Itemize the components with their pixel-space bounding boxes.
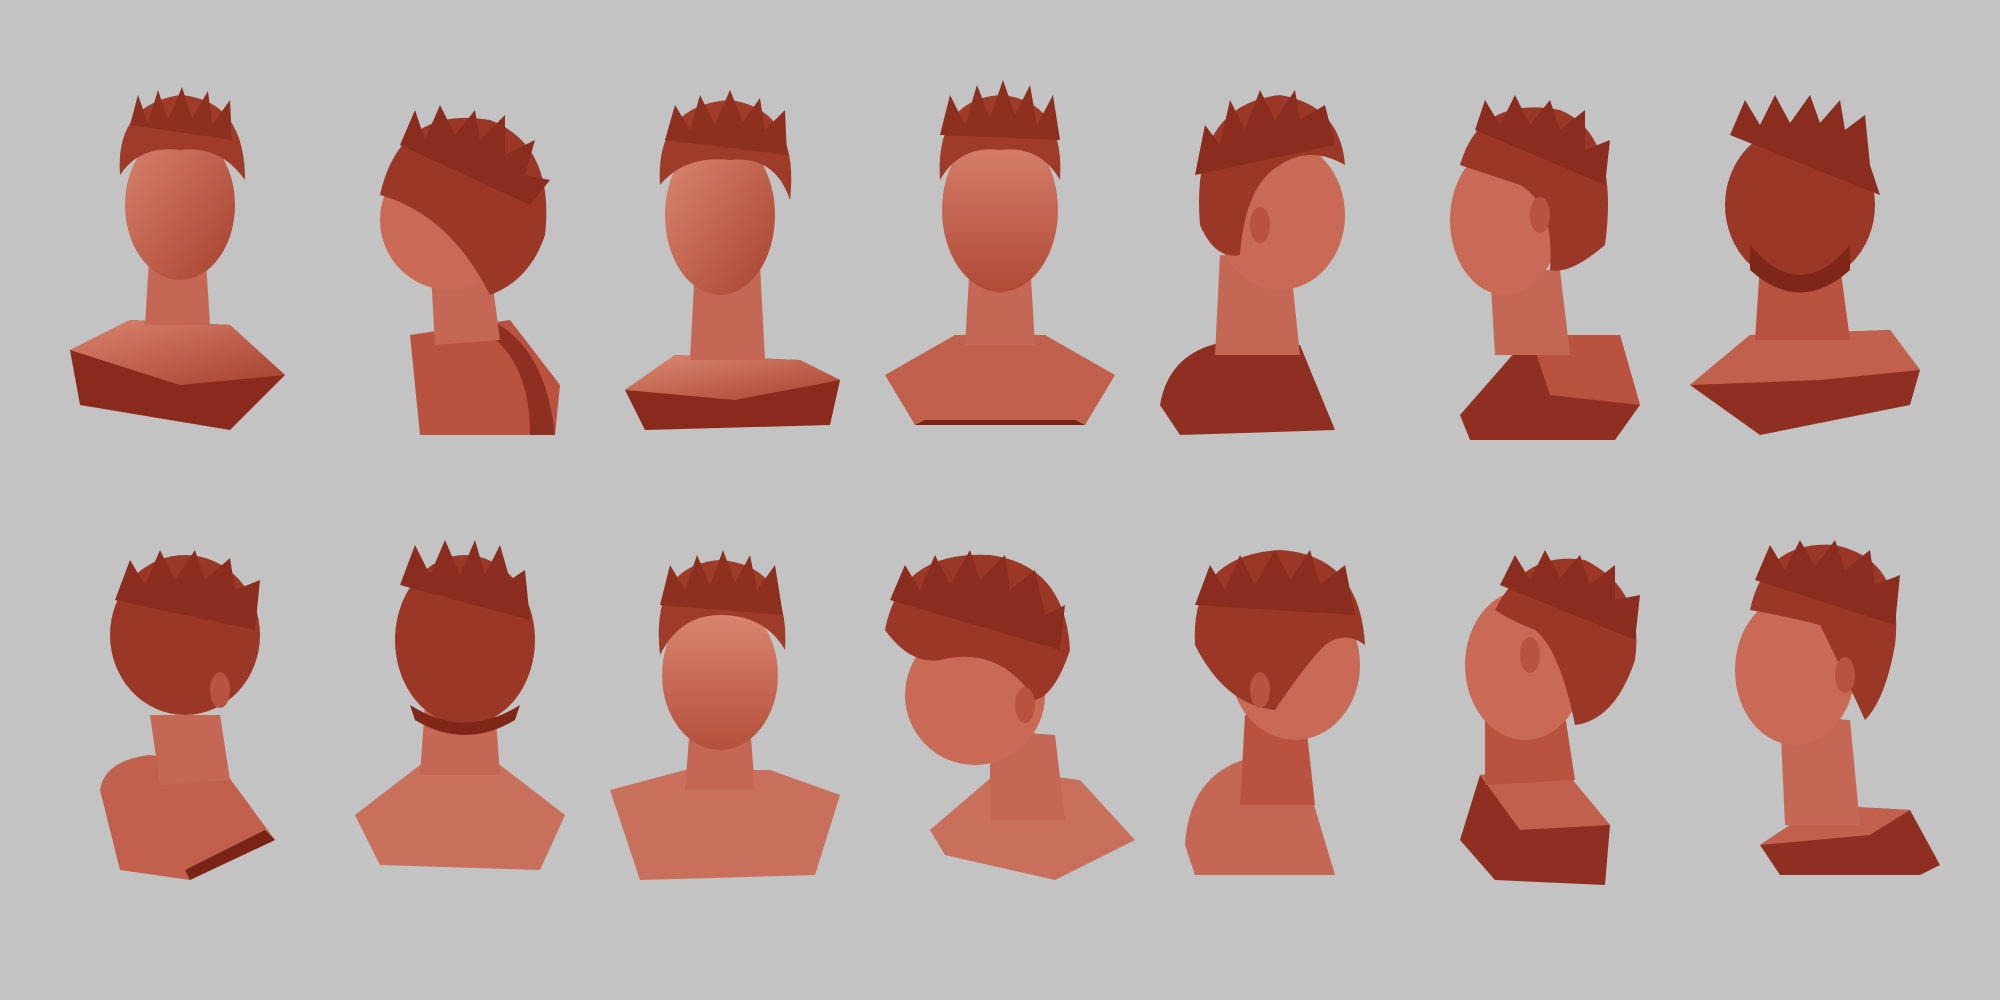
bust-right-three-quarter	[1185, 550, 1365, 875]
bust-view	[60, 85, 290, 445]
bust-view	[605, 545, 840, 905]
bust-right-profile	[1160, 90, 1345, 435]
bust-three-quarter-down	[885, 550, 1135, 880]
bust-left-back-profile	[1460, 550, 1640, 885]
bust-three-quarter-left	[625, 90, 840, 430]
bust-view	[90, 550, 320, 910]
bust-view	[1160, 85, 1390, 445]
bust-front-left-tilt	[70, 87, 285, 430]
bust-front	[885, 80, 1115, 425]
bust-view	[615, 90, 845, 450]
render-canvas	[0, 0, 2000, 1000]
bust-front-down	[610, 550, 840, 880]
bust-view	[1420, 95, 1650, 455]
bust-left-profile-back	[380, 105, 560, 435]
bust-left-profile	[1735, 540, 1940, 875]
bust-left-three-quarter-back	[1450, 95, 1640, 440]
bust-view	[340, 105, 570, 465]
bust-view	[1720, 535, 1950, 895]
bust-view	[885, 80, 1115, 440]
bust-view	[350, 540, 580, 900]
bust-view	[880, 550, 1135, 910]
bust-view	[1455, 550, 1685, 910]
bust-view	[1690, 95, 1920, 455]
bust-view	[1185, 545, 1415, 905]
bust-back-right	[1690, 95, 1920, 435]
bust-back	[355, 540, 565, 870]
bust-back-left	[100, 550, 275, 880]
